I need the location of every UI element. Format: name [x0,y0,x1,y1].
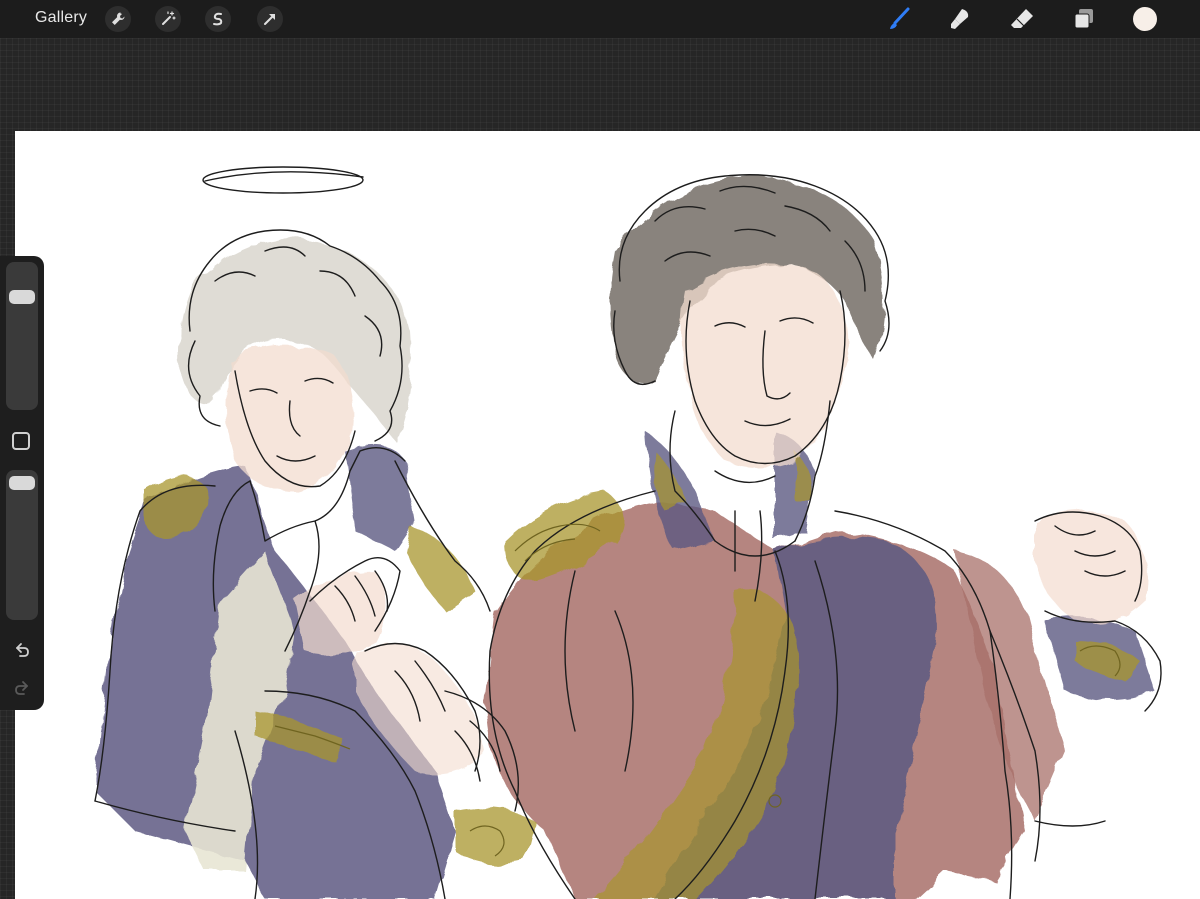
left-figure-wash [95,237,485,899]
actions-button[interactable] [105,6,131,32]
layers-icon [1074,9,1093,29]
brush-size-thumb[interactable] [9,290,35,304]
selection-button[interactable] [205,6,231,32]
smudge-icon [951,9,969,29]
brush-icon [890,7,910,29]
eraser-icon [1011,9,1033,28]
opacity-slider[interactable] [6,470,38,620]
eraser-tool-button[interactable] [1008,5,1036,33]
procreate-app: Gallery [0,0,1200,899]
brush-size-slider[interactable] [6,262,38,410]
transform-button[interactable] [257,6,283,32]
opacity-thumb[interactable] [9,476,35,490]
magic-wand-icon [162,11,176,25]
redo-button[interactable] [10,676,34,700]
selection-icon [213,12,223,26]
right-figure-wash [455,176,1155,899]
smudge-tool-button[interactable] [946,5,974,33]
undo-icon [16,643,29,657]
redo-icon [15,681,28,695]
modify-square-icon[interactable] [12,432,30,450]
halo-sketch [202,166,364,194]
color-picker-button[interactable] [1133,7,1157,31]
brush-sidebar [0,256,44,710]
undo-button[interactable] [10,638,34,662]
artwork-illustration [94,166,1162,899]
top-toolbar: Gallery [0,0,1200,38]
wrench-icon [112,12,125,25]
gallery-button[interactable]: Gallery [35,9,87,27]
layers-button[interactable] [1070,5,1098,33]
transform-arrow-icon [264,14,275,25]
adjustments-button[interactable] [155,6,181,32]
brush-tool-button[interactable] [885,5,913,33]
drawing-canvas[interactable] [15,131,1200,899]
